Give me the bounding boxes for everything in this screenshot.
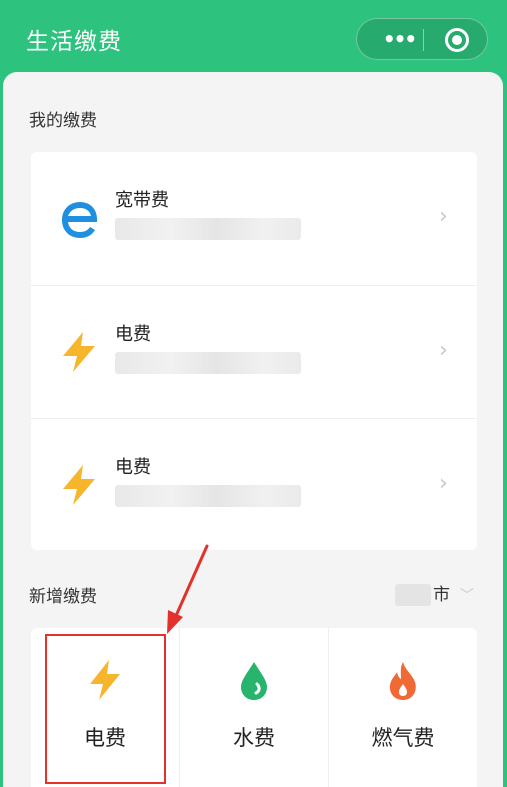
payment-item-electricity[interactable]: 电费 › <box>31 285 477 417</box>
tile-label: 水费 <box>233 726 275 750</box>
masked-city-name <box>395 584 431 606</box>
tile-label: 燃气费 <box>371 726 435 750</box>
lightning-icon <box>63 332 95 372</box>
chevron-right-icon: › <box>439 338 448 363</box>
payment-item-label: 电费 <box>115 324 151 345</box>
chevron-right-icon: › <box>439 204 448 229</box>
payment-item-electricity[interactable]: 电费 › <box>31 418 477 550</box>
city-suffix: 市 <box>433 585 450 605</box>
payment-item-broadband[interactable]: 宽带费 › <box>31 152 477 284</box>
new-payments-title: 新增缴费 <box>29 587 97 607</box>
my-payments-title: 我的缴费 <box>29 111 97 131</box>
annotation-highlight-box <box>45 634 166 784</box>
capsule-divider <box>423 29 424 51</box>
mini-program-capsule: ••• <box>356 18 488 60</box>
tile-gas[interactable]: 燃气费 <box>329 628 477 778</box>
mini-program-close-icon[interactable] <box>445 28 469 52</box>
masked-account-info <box>115 485 301 507</box>
chevron-right-icon: › <box>439 471 448 496</box>
my-payments-list: 宽带费 › 电费 › 电费 › <box>31 152 477 550</box>
masked-account-info <box>115 218 301 240</box>
lightning-icon <box>63 465 95 505</box>
water-drop-icon <box>241 662 267 700</box>
broadband-e-icon <box>62 202 97 238</box>
new-payment-grid: 电费 水费 燃气费 <box>31 628 477 787</box>
city-selector[interactable]: 市 ﹀ <box>395 580 474 606</box>
more-dots-icon[interactable]: ••• <box>375 24 423 54</box>
content-sheet: 我的缴费 宽带费 › 电费 › 电费 › 新增缴费 市 ﹀ 电费 水费 燃气费 <box>3 72 503 787</box>
flame-icon <box>389 662 416 700</box>
payment-item-label: 宽带费 <box>115 190 169 211</box>
page-title: 生活缴费 <box>26 29 122 55</box>
chevron-down-icon: ﹀ <box>460 588 474 604</box>
payment-item-label: 电费 <box>115 457 151 478</box>
masked-account-info <box>115 352 301 374</box>
header-bar: 生活缴费 ••• <box>0 0 507 80</box>
tile-water[interactable]: 水费 <box>180 628 328 778</box>
